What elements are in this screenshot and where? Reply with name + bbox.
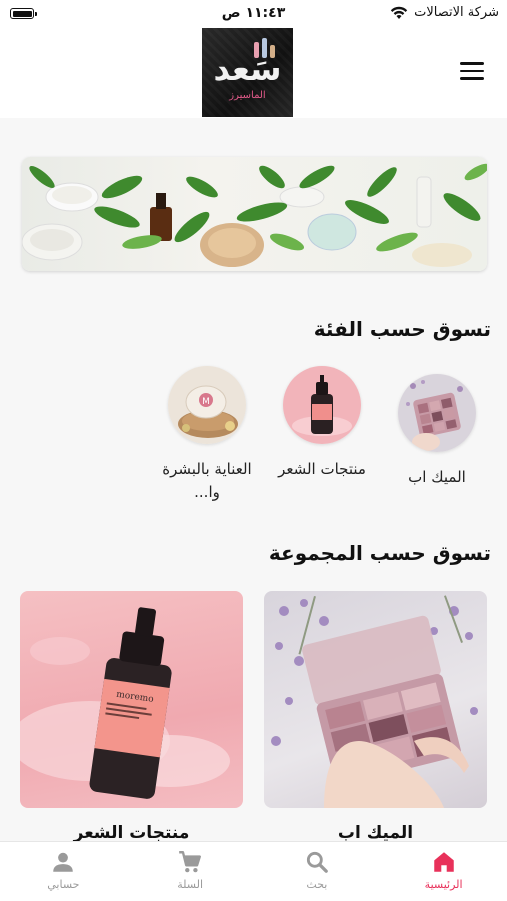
- hero-banner[interactable]: [22, 157, 487, 271]
- shop-by-collection-title: تسوق حسب المجموعة: [268, 541, 491, 565]
- collection-makeup-image: [271, 595, 478, 808]
- tab-search[interactable]: بحث: [254, 842, 381, 901]
- category-skincare[interactable]: M العناية بالبشرة وا...: [157, 366, 257, 504]
- collection-hair-products-image: moremo: [20, 607, 230, 799]
- category-makeup[interactable]: الميك اب: [387, 374, 487, 489]
- shop-by-category-title: تسوق حسب الفئة: [313, 317, 491, 341]
- tab-home[interactable]: الرئيسية: [380, 842, 507, 901]
- home-icon: [433, 852, 454, 872]
- carrier-name: شركة الاتصالات: [414, 5, 499, 20]
- category-makeup-label: الميك اب: [408, 468, 466, 486]
- category-skincare-image: M: [168, 366, 246, 444]
- logo-text: سَعد: [213, 50, 282, 88]
- tab-cart-label: السلة: [177, 878, 203, 891]
- cart-icon: [179, 851, 202, 873]
- collection-makeup-label: الميك اب: [337, 823, 414, 843]
- collection-hair-products-label: منتجات الشعر: [73, 823, 190, 843]
- user-icon: [53, 852, 74, 872]
- collection-hair-products-card[interactable]: moremo: [20, 591, 243, 808]
- bottom-tab-bar: الرئيسية بحث السلة حسابي: [0, 841, 507, 901]
- tab-search-label: بحث: [306, 878, 328, 891]
- category-hair-products-image: [283, 366, 361, 444]
- app-header: سَعد الماسيرز: [0, 28, 507, 118]
- category-hair-products-label: منتجات الشعر: [278, 460, 366, 478]
- tab-cart[interactable]: السلة: [127, 842, 254, 901]
- wifi-icon: [390, 6, 408, 19]
- tab-account[interactable]: حسابي: [0, 842, 127, 901]
- store-logo[interactable]: سَعد الماسيرز: [202, 28, 293, 117]
- category-hair-products[interactable]: منتجات الشعر: [272, 366, 372, 481]
- hamburger-menu-icon[interactable]: [460, 62, 484, 80]
- collection-makeup-card[interactable]: [264, 591, 487, 808]
- svg-text:M: M: [202, 397, 210, 407]
- status-bar: ١١:٤٣ ص شركة الاتصالات: [0, 0, 507, 28]
- search-icon: [306, 851, 328, 873]
- tab-account-label: حسابي: [47, 878, 80, 891]
- tab-home-label: الرئيسية: [424, 878, 463, 891]
- logo-subtext: الماسيرز: [229, 90, 266, 101]
- category-skincare-label: العناية بالبشرة وا...: [162, 460, 252, 501]
- status-right: شركة الاتصالات: [390, 5, 499, 20]
- category-makeup-image: [398, 374, 476, 452]
- hero-banner-image: [22, 163, 487, 267]
